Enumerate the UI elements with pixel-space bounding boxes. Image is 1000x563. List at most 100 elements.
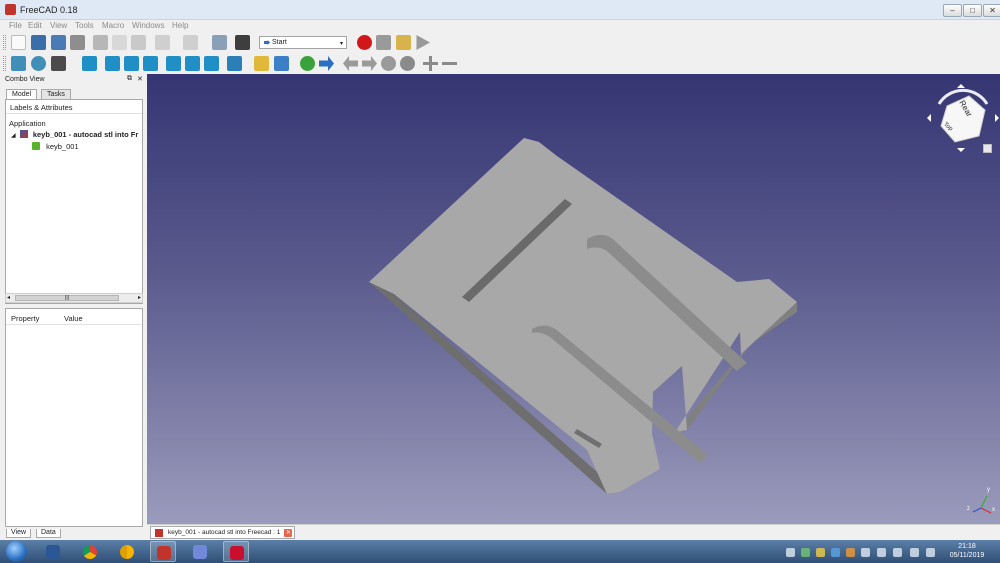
toolbar-grip[interactable] (3, 56, 6, 71)
redo-icon[interactable] (183, 35, 198, 50)
workbench-label: Start (272, 39, 287, 46)
create-part-icon[interactable] (254, 56, 269, 71)
action-center-flag-icon[interactable] (910, 548, 919, 557)
clock[interactable]: 21:18 05/11/2019 (944, 542, 990, 560)
expand-arrow-icon[interactable]: ◢ (11, 132, 16, 139)
macro-edit-icon[interactable] (396, 35, 411, 50)
tab-view[interactable]: View (6, 529, 32, 538)
navcube-menu-icon[interactable] (983, 144, 992, 153)
document-tab[interactable]: keyb_001 - autocad stl into Freecad : 1 … (150, 526, 296, 539)
new-document-icon[interactable] (11, 35, 26, 50)
open-icon[interactable] (31, 35, 46, 50)
tree-mesh-item[interactable]: keyb_001 (32, 142, 79, 151)
display-tray-icon[interactable] (893, 548, 902, 557)
tray-app-icon[interactable] (861, 548, 870, 557)
print-icon[interactable] (70, 35, 85, 50)
right-view-icon[interactable] (143, 56, 158, 71)
back-icon[interactable] (343, 56, 358, 71)
rear-view-icon[interactable] (166, 56, 181, 71)
toolbar-grip[interactable] (3, 35, 6, 50)
document-tab-label: keyb_001 - autocad stl into Freecad : 1 (168, 529, 281, 536)
front-view-icon[interactable] (105, 56, 120, 71)
3d-viewport[interactable]: Rear Top x y z (147, 74, 1000, 524)
start-button-icon[interactable] (6, 541, 27, 562)
scroll-right-icon[interactable]: ▸ (138, 294, 141, 301)
combo-view-title: Combo View (5, 76, 45, 83)
draw-style-icon[interactable] (51, 56, 66, 71)
menu-help[interactable]: Help (172, 21, 188, 30)
clock-date: 05/11/2019 (949, 552, 985, 559)
freecad-taskbar-icon[interactable] (150, 541, 176, 562)
maximize-button[interactable]: □ (963, 4, 982, 17)
cut-icon[interactable] (93, 35, 108, 50)
reload-icon[interactable] (381, 56, 396, 71)
chrome-canary-taskbar-icon[interactable] (114, 541, 140, 562)
fit-selection-icon[interactable] (31, 56, 46, 71)
tree-document-item[interactable]: ◢ keyb_001 - autocad stl into Fr (11, 130, 138, 139)
fit-all-icon[interactable] (11, 56, 26, 71)
window-title: FreeCAD 0.18 (20, 5, 78, 15)
dropbox-tray-icon[interactable] (877, 548, 886, 557)
model-render[interactable] (147, 74, 1000, 524)
tray-app-icon[interactable] (831, 548, 840, 557)
autocad-taskbar-icon[interactable] (223, 541, 249, 562)
tab-model[interactable]: Model (6, 89, 38, 99)
menu-tools[interactable]: Tools (75, 21, 94, 30)
menu-file[interactable]: File (9, 21, 22, 30)
create-group-icon[interactable] (274, 56, 289, 71)
chrome-taskbar-icon[interactable] (77, 541, 103, 562)
menu-bar: File Edit View Tools Macro Windows Help (0, 20, 1000, 31)
undo-icon[interactable] (155, 35, 170, 50)
web-start-icon[interactable] (300, 56, 315, 71)
tab-data[interactable]: Data (36, 529, 61, 538)
left-view-icon[interactable] (204, 56, 219, 71)
isometric-view-icon[interactable] (82, 56, 97, 71)
menu-windows[interactable]: Windows (132, 21, 164, 30)
stop-loading-icon[interactable] (400, 56, 415, 71)
macro-play-icon[interactable] (416, 35, 430, 50)
freecad-window: FreeCAD 0.18 – □ ✕ File Edit View Tools … (0, 0, 1000, 563)
scroll-thumb[interactable]: ||| (15, 295, 119, 301)
combo-view-panel: Combo View ⧉ ✕ Model Tasks Labels & Attr… (3, 74, 146, 540)
tray-app-icon[interactable] (816, 548, 825, 557)
menu-macro[interactable]: Macro (102, 21, 124, 30)
tray-app-icon[interactable] (846, 548, 855, 557)
document-label: keyb_001 - autocad stl into Fr (32, 130, 139, 139)
volume-icon[interactable] (926, 548, 935, 557)
macro-record-icon[interactable] (357, 35, 372, 50)
close-tab-icon[interactable]: ✕ (284, 529, 293, 537)
word-taskbar-icon[interactable] (40, 541, 66, 562)
discord-taskbar-icon[interactable] (187, 541, 213, 562)
scroll-left-icon[interactable]: ◂ (7, 294, 10, 301)
chat-tray-icon[interactable] (801, 548, 810, 557)
navigation-cube[interactable]: Rear Top (925, 82, 1000, 158)
macro-stop-icon[interactable] (376, 35, 391, 50)
workbench-selector[interactable]: Start ▾ (259, 36, 347, 49)
next-icon[interactable] (362, 56, 377, 71)
zoom-out-icon[interactable] (442, 62, 457, 65)
main-toolbar (0, 32, 1000, 52)
autocad-icon (230, 546, 244, 560)
whats-this-icon[interactable] (235, 35, 250, 50)
zoom-in-icon[interactable] (423, 56, 438, 71)
menu-edit[interactable]: Edit (28, 21, 42, 30)
chevron-down-icon: ▾ (339, 41, 343, 47)
tree-horizontal-scrollbar[interactable]: ◂ ||| ▸ (5, 293, 143, 303)
save-icon[interactable] (51, 35, 66, 50)
discord-tray-icon[interactable] (786, 548, 795, 557)
close-button[interactable]: ✕ (983, 4, 1000, 17)
copy-icon[interactable] (112, 35, 127, 50)
value-column-header: Value (64, 314, 83, 323)
refresh-icon[interactable] (212, 35, 227, 50)
minimize-button[interactable]: – (943, 4, 962, 17)
float-panel-icon[interactable]: ⧉ (127, 75, 132, 83)
freecad-logo-icon (5, 4, 16, 15)
close-panel-icon[interactable]: ✕ (137, 75, 143, 83)
top-view-icon[interactable] (124, 56, 139, 71)
menu-view[interactable]: View (50, 21, 67, 30)
bottom-view-icon[interactable] (185, 56, 200, 71)
paste-icon[interactable] (131, 35, 146, 50)
web-forward-icon[interactable] (319, 56, 334, 71)
measure-distance-icon[interactable] (227, 56, 242, 71)
tab-tasks[interactable]: Tasks (41, 89, 71, 99)
